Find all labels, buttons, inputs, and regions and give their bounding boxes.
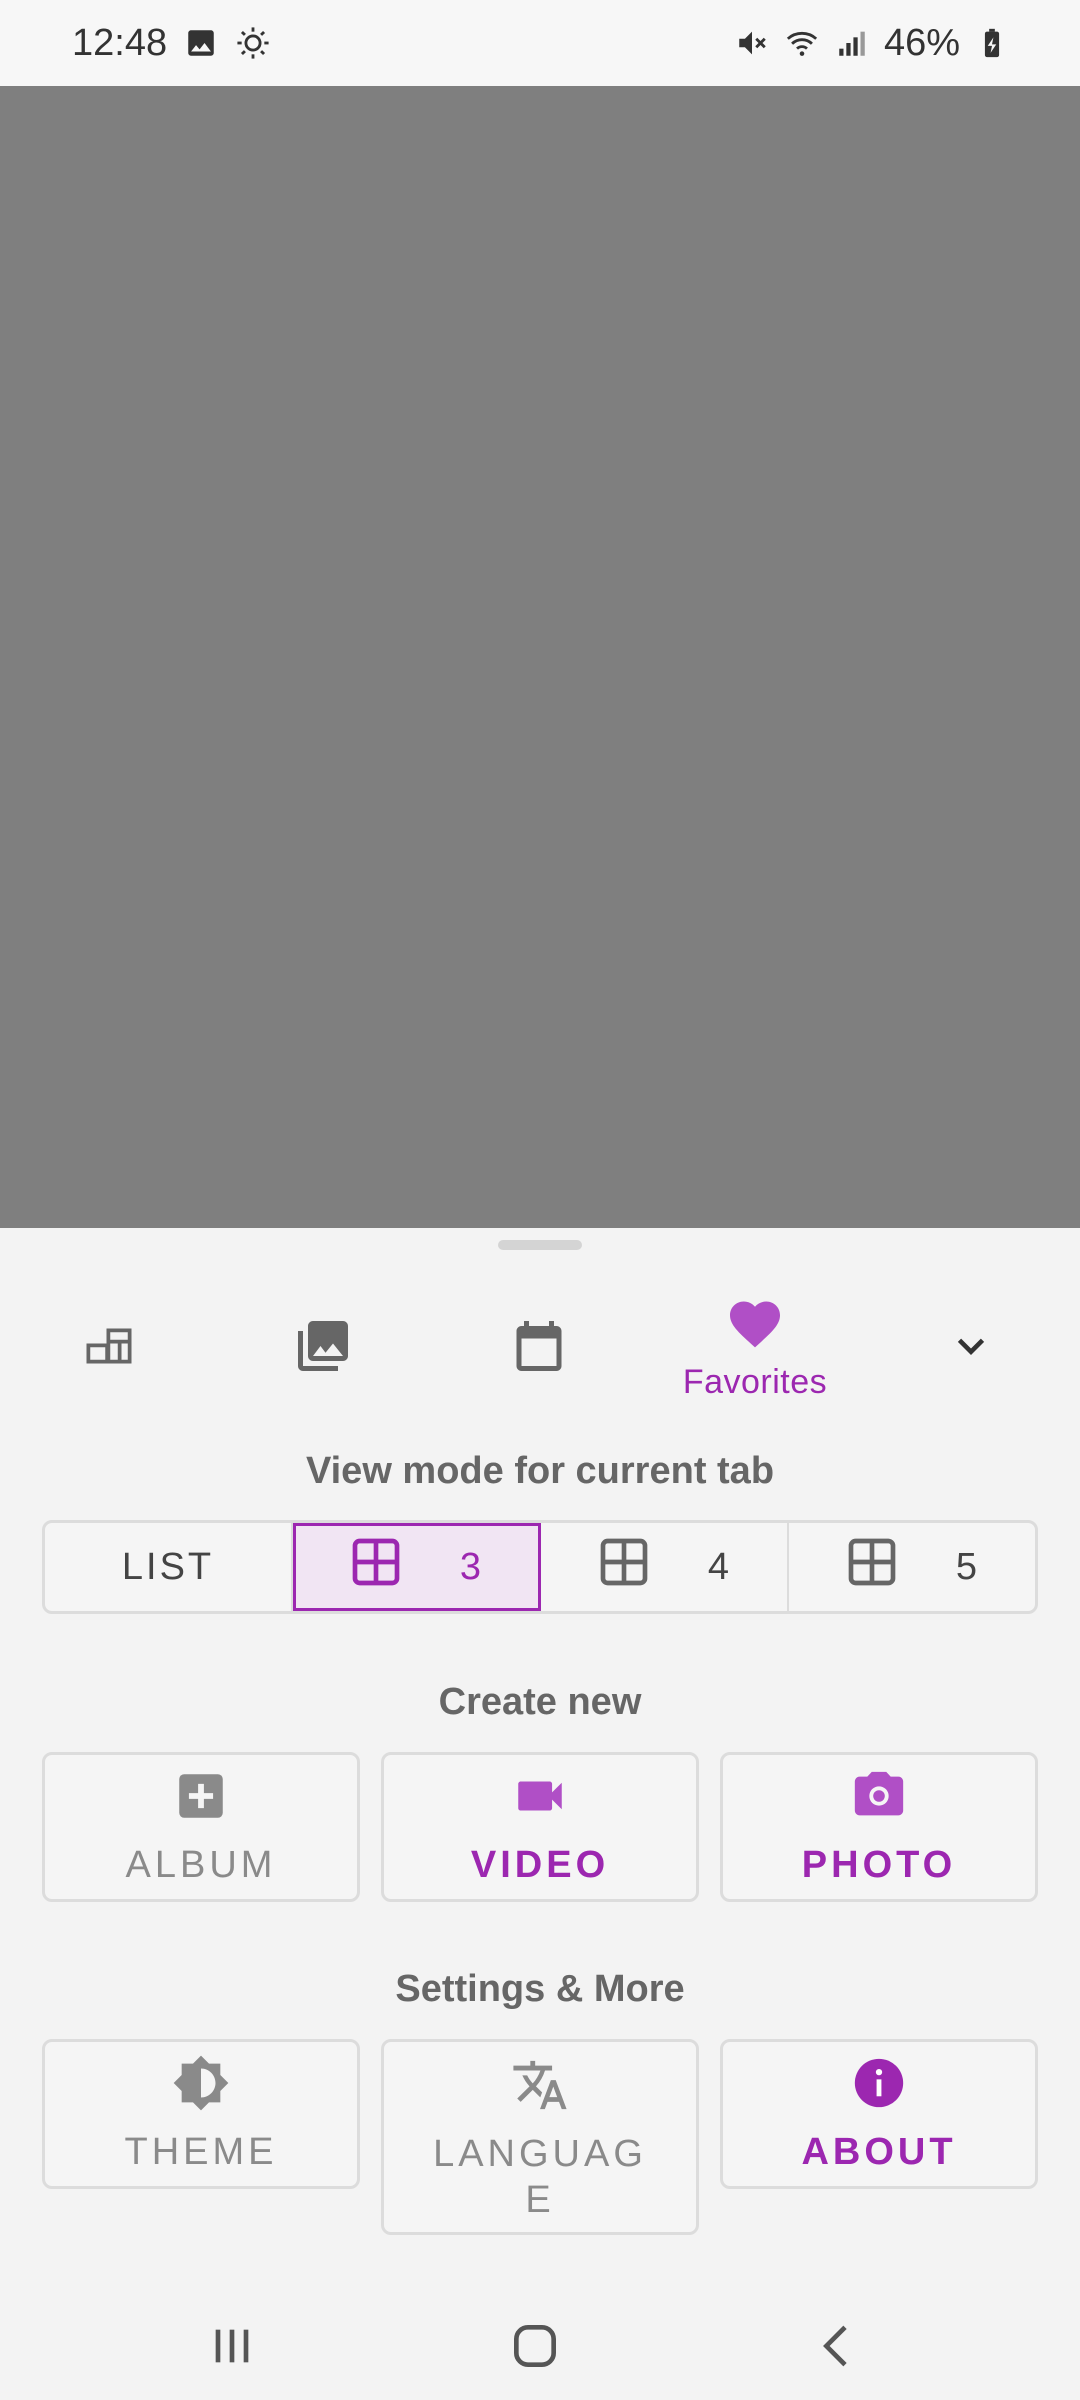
videocam-icon <box>511 1767 569 1830</box>
wifi-icon <box>784 25 820 61</box>
grid-icon <box>596 1534 652 1600</box>
grid-icon <box>844 1534 900 1600</box>
about-label: ABOUT <box>801 2130 957 2173</box>
create-album-label: ALBUM <box>125 1843 277 1886</box>
tab-more[interactable] <box>886 1288 1056 1408</box>
create-photo-button[interactable]: PHOTO <box>720 1752 1038 1902</box>
view-mode-grid-4[interactable]: 4 <box>541 1523 789 1611</box>
create-video-button[interactable]: VIDEO <box>381 1752 699 1902</box>
view-mode-list-label: LIST <box>121 1545 215 1588</box>
theme-icon <box>172 2054 230 2117</box>
home-icon <box>507 2318 563 2379</box>
bottom-sheet: Favorites View mode for current tab LIST… <box>0 1228 1080 2293</box>
view-mode-grid-5-label: 5 <box>955 1545 981 1588</box>
status-left: 12:48 <box>72 22 271 65</box>
language-button[interactable]: LANGUAGE <box>381 2039 699 2235</box>
view-mode-grid-3[interactable]: 3 <box>293 1523 541 1611</box>
grid-icon <box>348 1534 404 1600</box>
language-label: LANGUAGE <box>433 2133 647 2221</box>
brightness-icon <box>235 25 271 61</box>
battery-percent: 46% <box>883 21 960 64</box>
status-right: 46% <box>734 22 1010 65</box>
tab-favorites-label: Favorites <box>682 1363 828 1401</box>
photo-library-icon <box>293 1316 353 1381</box>
view-mode-title: View mode for current tab <box>305 1450 775 1492</box>
tab-timeline[interactable] <box>24 1288 194 1408</box>
camera-icon <box>850 1767 908 1830</box>
view-mode-grid-4-label: 4 <box>707 1545 733 1588</box>
create-new-buttons: ALBUM VIDEO PHOTO <box>42 1752 1038 1902</box>
signal-icon <box>834 25 870 61</box>
home-button[interactable] <box>475 2313 595 2383</box>
battery-charging-icon <box>974 25 1010 61</box>
status-time: 12:48 <box>72 21 168 64</box>
tab-favorites[interactable]: Favorites <box>670 1288 840 1408</box>
drag-handle[interactable] <box>498 1240 582 1250</box>
settings-buttons: THEME LANGUAGE ABOUT <box>42 2039 1038 2235</box>
theme-button[interactable]: THEME <box>42 2039 360 2189</box>
add-box-icon <box>172 1767 230 1830</box>
mute-icon <box>734 25 770 61</box>
recents-button[interactable] <box>172 2313 292 2383</box>
heart-icon <box>725 1294 785 1359</box>
view-mode-grid-5[interactable]: 5 <box>789 1523 1035 1611</box>
back-button[interactable] <box>778 2313 898 2383</box>
about-button[interactable]: ABOUT <box>720 2039 1038 2189</box>
tab-row: Favorites <box>0 1288 1080 1408</box>
theme-label: THEME <box>124 2130 278 2173</box>
create-new-title: Create new <box>438 1681 642 1723</box>
view-mode-list[interactable]: LIST <box>45 1523 293 1611</box>
status-bar: 12:48 46% <box>0 0 1080 86</box>
image-notification-icon <box>183 25 219 61</box>
recents-icon <box>204 2318 260 2379</box>
dashboard-icon <box>79 1316 139 1381</box>
info-icon <box>850 2054 908 2117</box>
calendar-icon <box>509 1316 569 1381</box>
view-mode-selector: LIST 3 4 5 <box>42 1520 1038 1614</box>
background-scrim[interactable] <box>0 86 1080 1228</box>
view-mode-grid-3-label: 3 <box>459 1545 485 1588</box>
create-video-label: VIDEO <box>470 1843 610 1886</box>
settings-title: Settings & More <box>395 1968 685 2010</box>
create-photo-label: PHOTO <box>801 1843 957 1886</box>
system-nav-bar <box>0 2293 1080 2400</box>
back-icon <box>810 2318 866 2379</box>
create-album-button[interactable]: ALBUM <box>42 1752 360 1902</box>
tab-albums[interactable] <box>238 1288 408 1408</box>
tab-calendar[interactable] <box>454 1288 624 1408</box>
chevron-down-icon <box>948 1323 994 1374</box>
translate-icon <box>511 2056 569 2119</box>
